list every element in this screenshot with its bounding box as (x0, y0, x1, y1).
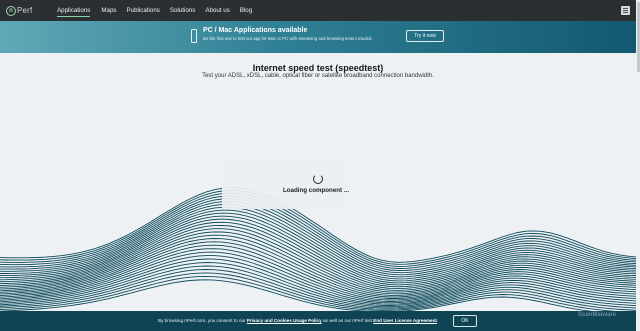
eula-link[interactable]: End User License Agreement (373, 318, 437, 323)
scrollbar-thumb[interactable] (636, 2, 640, 72)
cookie-suffix: . (436, 317, 439, 323)
scrollbar[interactable] (636, 0, 640, 331)
page-subtitle: Test your ADSL, xDSL, cable, optical fib… (202, 73, 434, 79)
cookie-prefix: By browsing nPerf.com, you consent to ou… (158, 317, 247, 323)
privacy-policy-link[interactable]: Privacy and Cookies Usage Policy (247, 318, 322, 323)
cookie-ok-button[interactable]: OK (453, 314, 477, 327)
wave-line (0, 201, 636, 274)
cookie-message: By browsing nPerf.com, you consent to ou… (158, 318, 438, 323)
spinner-icon (313, 174, 323, 184)
loading-text: Loading component ... (283, 187, 349, 194)
page-title: Internet speed test (speedtest) (252, 63, 384, 73)
watermark-logo: ScanMalware (578, 312, 617, 318)
cookie-consent-bar: By browsing nPerf.com, you consent to ou… (0, 311, 636, 331)
loader-overlay (222, 161, 350, 209)
cookie-middle: as well as our nPerf test (321, 317, 374, 323)
